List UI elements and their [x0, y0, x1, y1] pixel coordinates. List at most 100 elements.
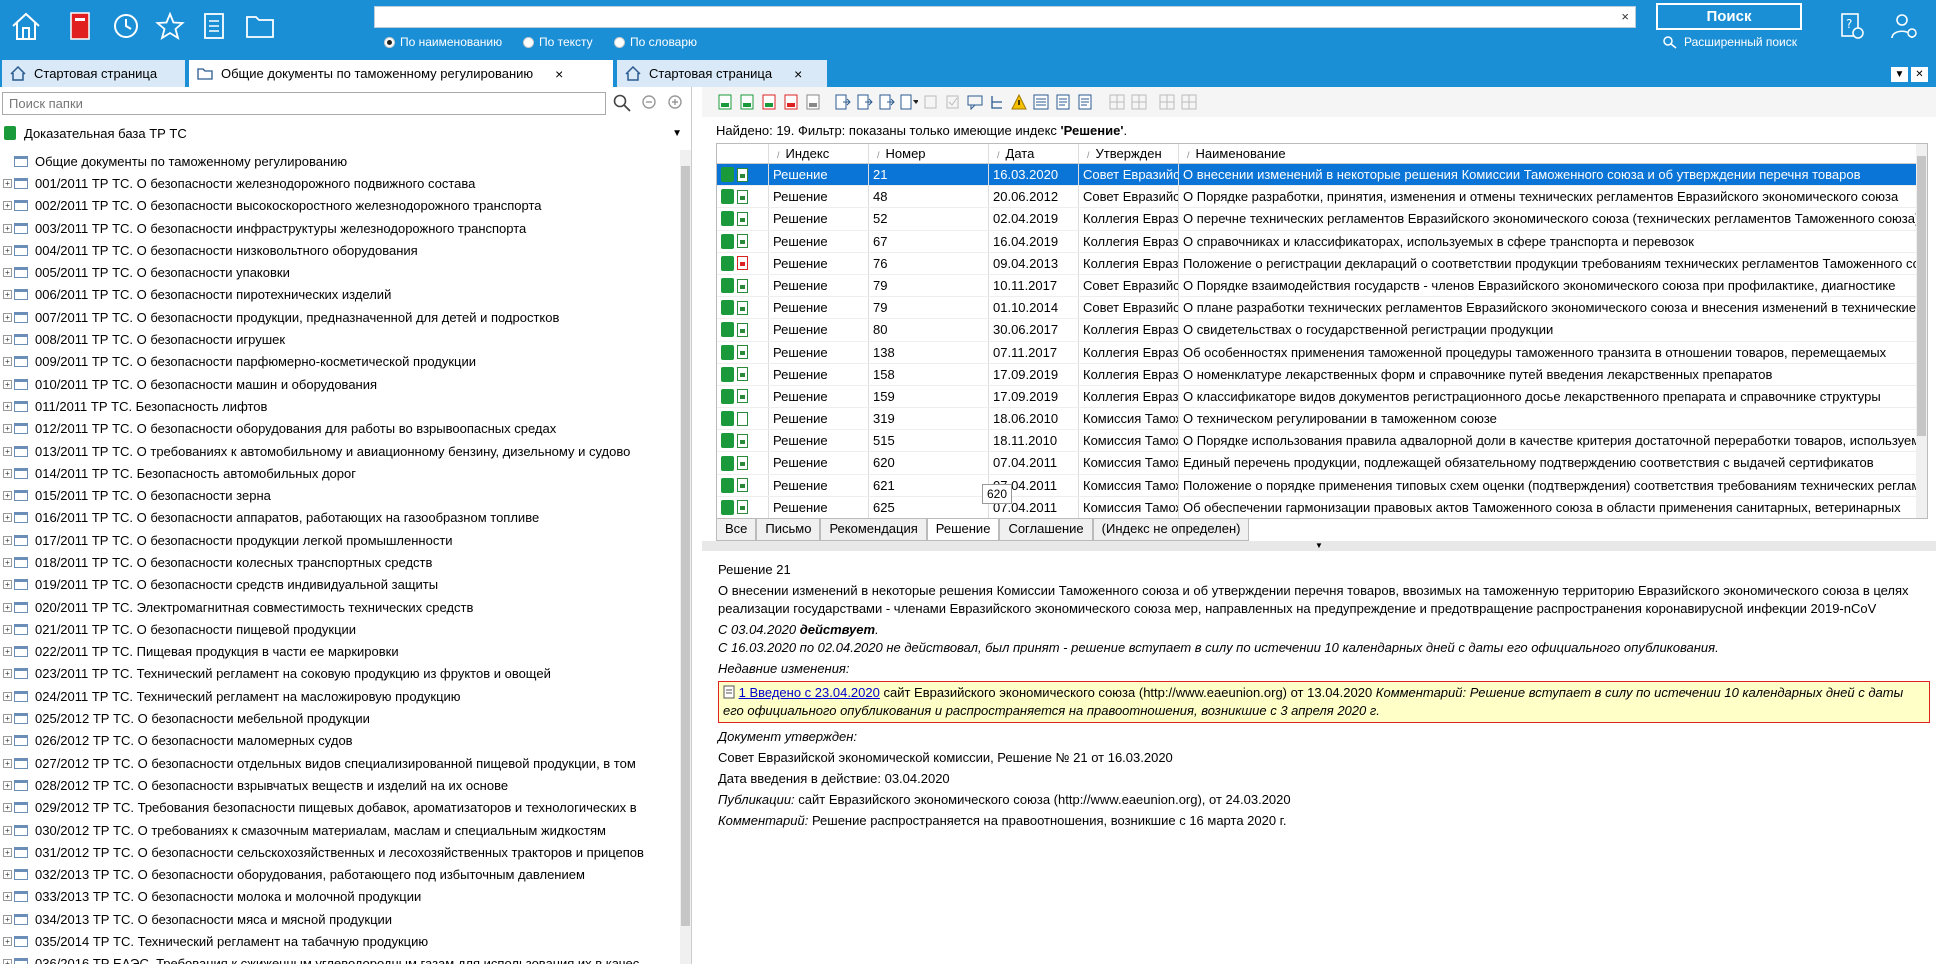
tree-item[interactable]: +027/2012 ТР ТС. О безопасности отдельны… [0, 752, 678, 774]
tree-item[interactable]: +026/2012 ТР ТС. О безопасности маломерн… [0, 730, 678, 752]
comment-icon[interactable] [966, 93, 984, 111]
tree-item[interactable]: +003/2011 ТР ТС. О безопасности инфрастр… [0, 217, 678, 239]
expand-icon[interactable]: + [3, 825, 12, 835]
table-row[interactable]: Решение51518.11.2010Комиссия Таможенного… [717, 430, 1927, 453]
open-document-2-icon[interactable] [856, 93, 874, 111]
panel-splitter[interactable]: ▼ [702, 541, 1936, 551]
tree-item[interactable]: +012/2011 ТР ТС. О безопасности оборудов… [0, 418, 678, 440]
tree-item[interactable]: +029/2012 ТР ТС. Требования безопасности… [0, 797, 678, 819]
expand-icon[interactable]: + [3, 714, 12, 724]
filter-tab[interactable]: Решение [926, 519, 1000, 541]
export-gray-icon[interactable] [804, 93, 822, 111]
expand-icon[interactable]: + [3, 424, 12, 434]
table-row[interactable]: Решение4820.06.2012Совет Евразийской эко… [717, 186, 1927, 209]
expand-icon[interactable]: + [3, 513, 12, 523]
search-button[interactable]: Поиск [1656, 3, 1802, 30]
header-name[interactable]: / Наименование [1179, 144, 1918, 163]
table-row[interactable]: Решение13807.11.2017Коллегия Евразийской… [717, 341, 1927, 364]
expand-icon[interactable]: + [3, 268, 12, 278]
tab-customs-docs[interactable]: Общие документы по таможенному регулиров… [189, 60, 613, 87]
tree-item[interactable]: +007/2011 ТР ТС. О безопасности продукци… [0, 306, 678, 328]
export-red-green-icon[interactable] [760, 93, 778, 111]
tree-item[interactable]: +004/2011 ТР ТС. О безопасности низковол… [0, 239, 678, 261]
tree-item[interactable]: +021/2011 ТР ТС. О безопасности пищевой … [0, 618, 678, 640]
tree-item[interactable]: +014/2011 ТР ТС. Безопасность автомобиль… [0, 462, 678, 484]
radio-by-text[interactable]: По тексту [523, 35, 593, 49]
table-row[interactable]: Решение2116.03.2020Совет Евразийской эко… [717, 164, 1927, 187]
table-row[interactable]: Решение62507.04.2011Комиссия Таможенного… [717, 496, 1927, 518]
tree-item[interactable]: +008/2011 ТР ТС. О безопасности игрушек [0, 328, 678, 350]
expand-icon[interactable]: + [3, 959, 12, 964]
filter-tab[interactable]: (Индекс не определен) [1092, 519, 1250, 541]
table-row[interactable]: Решение5202.04.2019Коллегия Евразийской … [717, 208, 1927, 231]
check-tool-icon[interactable] [944, 93, 962, 111]
tree-item[interactable]: +022/2011 ТР ТС. Пищевая продукция в час… [0, 641, 678, 663]
tree-item[interactable]: +017/2011 ТР ТС. О безопасности продукци… [0, 529, 678, 551]
tab-start-page-2[interactable]: Стартовая страница × [617, 60, 827, 87]
expand-icon[interactable]: + [3, 357, 12, 367]
expand-icon[interactable]: + [3, 201, 12, 211]
tree-item[interactable]: +013/2011 ТР ТС. О требованиях к автомоб… [0, 440, 678, 462]
export-red-icon[interactable] [782, 93, 800, 111]
grid-layout-3-icon[interactable] [1158, 93, 1176, 111]
expand-icon[interactable]: + [3, 223, 12, 233]
expand-icon[interactable]: + [3, 602, 12, 612]
radio-by-dictionary[interactable]: По словарю [614, 35, 697, 49]
header-approved[interactable]: / Утвержден [1079, 144, 1179, 163]
tree-item[interactable]: +020/2011 ТР ТС. Электромагнитная совмес… [0, 596, 678, 618]
user-settings-icon[interactable] [1886, 8, 1922, 44]
document-list-icon[interactable] [196, 8, 232, 44]
table-row[interactable]: Решение62107.04.2011Комиссия Таможенного… [717, 474, 1927, 497]
export-green-icon[interactable] [716, 93, 734, 111]
search-next-icon[interactable] [666, 93, 686, 113]
dropdown-icon[interactable]: ▼ [1891, 67, 1908, 82]
expand-icon[interactable]: + [3, 870, 12, 880]
expand-icon[interactable]: + [3, 691, 12, 701]
tree-item[interactable]: +030/2012 ТР ТС. О требованиях к смазочн… [0, 819, 678, 841]
header-number[interactable]: / Номер [869, 144, 989, 163]
link-tree-icon[interactable] [988, 93, 1006, 111]
header-date[interactable]: / Дата [989, 144, 1079, 163]
expand-icon[interactable]: + [3, 914, 12, 924]
tree-item[interactable]: +016/2011 ТР ТС. О безопасности аппарато… [0, 507, 678, 529]
expand-icon[interactable]: + [3, 736, 12, 746]
list-view-icon[interactable] [1032, 93, 1050, 111]
expand-icon[interactable]: + [3, 557, 12, 567]
tree-item[interactable]: Общие документы по таможенному регулиров… [0, 150, 678, 172]
search-input[interactable]: × [374, 6, 1636, 28]
table-row[interactable]: Решение6716.04.2019Коллегия Евразийской … [717, 230, 1927, 253]
tree-item[interactable]: +036/2016 ТР ЕАЭС. Требования к сжиженны… [0, 953, 678, 964]
expand-icon[interactable]: + [3, 446, 12, 456]
tree-item[interactable]: +028/2012 ТР ТС. О безопасности взрывчат… [0, 774, 678, 796]
table-row[interactable]: Решение8030.06.2017Коллегия Евразийской … [717, 319, 1927, 342]
table-row[interactable]: Решение7609.04.2013Коллегия Евразийской … [717, 252, 1927, 275]
expand-icon[interactable]: + [3, 379, 12, 389]
close-tab-icon[interactable]: × [555, 66, 563, 82]
expand-icon[interactable]: + [3, 401, 12, 411]
table-row[interactable]: Решение31918.06.2010Комиссия Таможенного… [717, 408, 1927, 431]
tree-item[interactable]: +009/2011 ТР ТС. О безопасности парфюмер… [0, 351, 678, 373]
favorites-star-icon[interactable] [152, 8, 188, 44]
expand-icon[interactable]: + [3, 491, 12, 501]
tree-item[interactable]: +035/2014 ТР ТС. Технический регламент н… [0, 930, 678, 952]
filter-tab[interactable]: Рекомендация [820, 519, 927, 541]
help-download-icon[interactable]: ? [1834, 8, 1870, 44]
expand-icon[interactable]: + [3, 780, 12, 790]
tree-item[interactable]: +034/2013 ТР ТС. О безопасности мяса и м… [0, 908, 678, 930]
tree-item[interactable]: +002/2011 ТР ТС. О безопасности высокоск… [0, 195, 678, 217]
open-document-icon[interactable] [834, 93, 852, 111]
grid-layout-4-icon[interactable] [1180, 93, 1198, 111]
table-row[interactable]: Решение62007.04.2011Комиссия Таможенного… [717, 452, 1927, 475]
header-index[interactable]: / Индекс [769, 144, 869, 163]
clear-search-icon[interactable]: × [1621, 9, 1629, 24]
tree-item[interactable]: +015/2011 ТР ТС. О безопасности зерна [0, 484, 678, 506]
filter-tab[interactable]: Все [716, 519, 757, 541]
tree-item[interactable]: +006/2011 ТР ТС. О безопасности пиротехн… [0, 284, 678, 306]
filter-tab[interactable]: Соглашение [999, 519, 1093, 541]
expand-icon[interactable]: + [3, 937, 12, 947]
close-tab-icon[interactable]: × [794, 66, 802, 82]
expand-icon[interactable]: + [3, 647, 12, 657]
base-selector[interactable]: Доказательная база ТР ТС ▼ [4, 123, 688, 143]
red-book-icon[interactable] [62, 8, 98, 44]
tree-item[interactable]: +023/2011 ТР ТС. Технический регламент н… [0, 663, 678, 685]
